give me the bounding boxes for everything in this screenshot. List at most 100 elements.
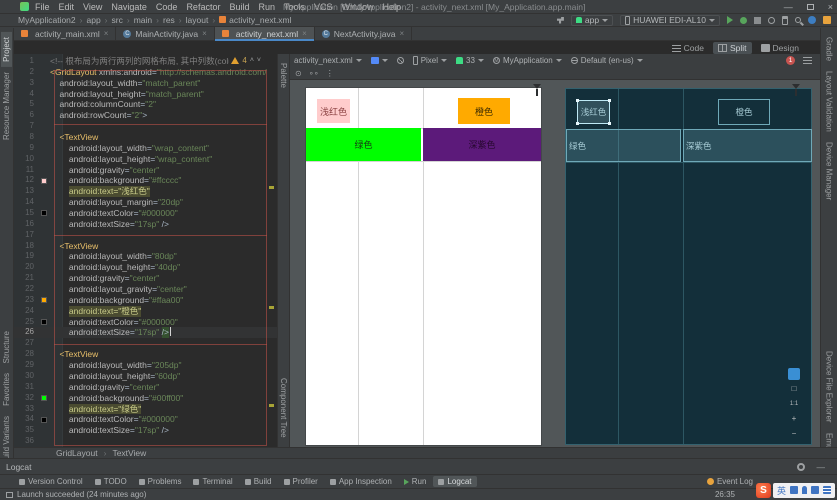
ime-language-indicator[interactable]: 英 (777, 484, 786, 497)
filter-funnel-icon[interactable] (792, 84, 800, 89)
blueprint-textview-green[interactable]: 绿色 (566, 129, 681, 162)
code-line-17[interactable]: 17 (14, 230, 277, 241)
blueprint-textview-orange[interactable]: 橙色 (718, 99, 770, 125)
menu-code[interactable]: Code (156, 2, 178, 12)
tool-window-button-version-control[interactable]: Version Control (14, 476, 88, 487)
code-line-36[interactable]: 36 (14, 436, 277, 447)
next-issue-icon[interactable]: ˅ (257, 57, 261, 64)
locale-chip[interactable]: Default (en-us) (571, 56, 643, 65)
tool-window-button-profiler[interactable]: Profiler (279, 476, 323, 487)
code-line-26[interactable]: 26 android:textSize="17sp" /> (14, 327, 277, 338)
tab-MainActivity.java[interactable]: CMainActivity.java× (116, 27, 214, 40)
theme-chip[interactable]: MMyApplication (493, 56, 562, 65)
stripe-button-project[interactable]: Project (1, 32, 12, 67)
minimize-button[interactable]: — (784, 2, 793, 12)
ime-toolbox-icon[interactable] (823, 486, 831, 494)
code-line-23[interactable]: 23 android:background="#ffaa00" (14, 295, 277, 306)
code-line-19[interactable]: 19 android:layout_width="80dp" (14, 251, 277, 262)
breadcrumb-textview[interactable]: TextView (112, 448, 146, 458)
tool-window-button-terminal[interactable]: Terminal (188, 476, 237, 487)
surface-mode-icon[interactable] (371, 57, 379, 64)
inspection-widget[interactable]: 4 ˄ ˅ (229, 56, 263, 65)
code-line-12[interactable]: 12 android:background="#ffcccc" (14, 175, 277, 186)
code-line-24[interactable]: 24 android:text="橙色" (14, 306, 277, 317)
code-line-10[interactable]: 10 android:layout_height="wrap_content" (14, 154, 277, 165)
code-line-6[interactable]: 6 android:rowCount="2"> (14, 110, 277, 121)
stripe-button-layout-validation[interactable]: Layout Validation (824, 66, 835, 137)
code-line-3[interactable]: 3 android:layout_width="match_parent" (14, 78, 277, 89)
code-line-2[interactable]: 2<GridLayout xmlns:android="http://schem… (14, 67, 277, 78)
pan-view-button[interactable] (788, 368, 800, 380)
breadcrumb-item[interactable]: main (134, 15, 152, 25)
zoom-out-button[interactable]: − (788, 428, 800, 440)
code-line-34[interactable]: 34 android:textColor="#000000" (14, 414, 277, 425)
textview-orange[interactable]: 橙色 (458, 98, 510, 124)
event-log-button[interactable]: Event Log (707, 477, 753, 486)
code-line-27[interactable]: 27 (14, 338, 277, 349)
orientation-icon[interactable] (397, 57, 404, 64)
color-swatch[interactable] (41, 417, 47, 423)
search-icon[interactable] (795, 17, 801, 23)
close-button[interactable]: × (828, 2, 833, 12)
tool-window-button-logcat[interactable]: Logcat (433, 476, 476, 487)
menu-edit[interactable]: Edit (59, 2, 75, 12)
textview-green[interactable]: 绿色 (306, 128, 421, 161)
prev-issue-icon[interactable]: ˄ (250, 57, 254, 64)
menu-view[interactable]: View (83, 2, 102, 12)
code-line-35[interactable]: 35 android:textSize="17sp" /> (14, 425, 277, 436)
filter-funnel-icon[interactable] (533, 84, 541, 89)
design-canvas[interactable]: 浅红色 橙色 绿色 深紫色 浅红色 橙色 绿色 深紫色 (290, 80, 820, 447)
palette-stripe-button[interactable]: Palette (278, 58, 289, 93)
tool-window-button-run[interactable]: Run (399, 476, 432, 487)
close-icon[interactable]: × (104, 29, 109, 38)
menu-build[interactable]: Build (229, 2, 249, 12)
code-line-5[interactable]: 5 android:columnCount="2" (14, 99, 277, 110)
tab-design-view[interactable]: Design (756, 42, 804, 54)
stripe-button-device-file-explorer[interactable]: Device File Explorer (824, 346, 835, 428)
tab-code-view[interactable]: Code (667, 42, 709, 54)
design-file-selector[interactable]: activity_next.xml (294, 56, 362, 65)
issue-badge[interactable]: 1 (786, 56, 795, 65)
caret-position[interactable]: 26:35 (715, 490, 735, 499)
stop-button[interactable] (754, 17, 761, 24)
color-swatch[interactable] (41, 297, 47, 303)
textview-light-red[interactable]: 浅红色 (317, 99, 350, 123)
code-line-20[interactable]: 20 android:layout_height="40dp" (14, 262, 277, 273)
code-line-30[interactable]: 30 android:layout_height="60dp" (14, 371, 277, 382)
breadcrumb-item[interactable]: MyApplication2 (18, 15, 76, 25)
close-icon[interactable]: × (202, 29, 207, 38)
blueprint-textview-dark-purple[interactable]: 深紫色 (683, 129, 812, 162)
code-line-28[interactable]: 28 <TextView (14, 349, 277, 360)
code-line-14[interactable]: 14 android:layout_margin="20dp" (14, 197, 277, 208)
breadcrumb-item[interactable]: app (86, 15, 100, 25)
notifications-icon[interactable] (823, 16, 831, 24)
more-icon[interactable]: ⋮ (326, 69, 334, 78)
device-chip[interactable]: Pixel (413, 56, 447, 65)
code-line-11[interactable]: 11 android:gravity="center" (14, 165, 277, 176)
stripe-button-resource-manager[interactable]: Resource Manager (1, 67, 12, 145)
code-line-32[interactable]: 32 android:background="#00ff00" (14, 393, 277, 404)
tool-window-button-app-inspection[interactable]: App Inspection (325, 476, 397, 487)
hide-icon[interactable]: — (817, 462, 826, 472)
code-line-13[interactable]: 13 android:text="浅红色" (14, 186, 277, 197)
menu-run[interactable]: Run (258, 2, 275, 12)
color-swatch[interactable] (41, 319, 47, 325)
design-surface[interactable]: 浅红色 橙色 绿色 深紫色 (306, 88, 541, 445)
profiler-button[interactable] (768, 17, 775, 24)
breadcrumb-item[interactable]: src (112, 15, 123, 25)
color-swatch[interactable] (41, 210, 47, 216)
tab-split-view[interactable]: Split (713, 42, 752, 54)
breadcrumb-item[interactable]: layout (186, 15, 209, 25)
ime-microphone-icon[interactable] (802, 486, 807, 494)
device-selector[interactable]: HUAWEI EDI-AL10 (620, 15, 720, 26)
textview-dark-purple[interactable]: 深紫色 (423, 128, 541, 161)
debug-button[interactable] (740, 17, 747, 24)
tab-activity_main.xml[interactable]: activity_main.xml× (14, 27, 116, 40)
code-line-8[interactable]: 8 <TextView (14, 132, 277, 143)
code-line-25[interactable]: 25 android:textColor="#000000" (14, 317, 277, 328)
blueprint-textview-light-red-selected[interactable]: 浅红色 (577, 100, 610, 124)
sogou-logo-icon[interactable]: S (756, 483, 771, 498)
view-options-icon[interactable] (803, 57, 812, 64)
maximize-button[interactable] (807, 4, 814, 10)
breadcrumb-item[interactable]: activity_next.xml (219, 15, 291, 25)
